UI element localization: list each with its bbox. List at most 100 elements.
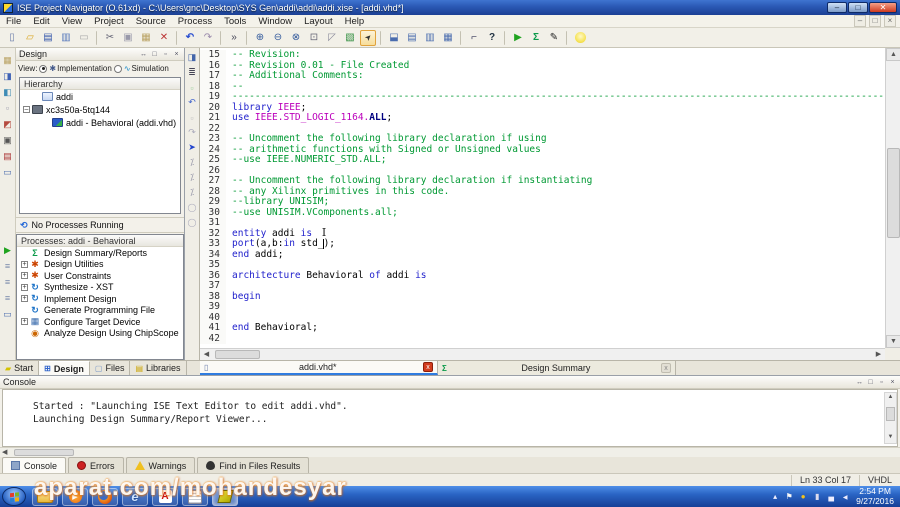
win2-icon[interactable] (2, 308, 14, 320)
pointer-icon[interactable] (360, 29, 376, 46)
editor-vertical-scrollbar[interactable]: ▲ ▼ (885, 48, 900, 348)
taskbar-app-icon[interactable] (92, 487, 118, 506)
design-summary-icon[interactable] (528, 30, 544, 46)
console-horizontal-scrollbar[interactable]: ◀ (0, 447, 900, 457)
copy-icon[interactable] (120, 30, 136, 46)
panel-tab[interactable]: Files (89, 361, 131, 375)
run-icon[interactable] (510, 30, 526, 46)
win-icon[interactable] (2, 166, 14, 178)
taskbar-app-icon[interactable] (152, 487, 178, 506)
zoom-full-icon[interactable] (288, 30, 304, 46)
lightbulb-icon[interactable] (575, 32, 586, 43)
horizontal-scroll-thumb[interactable] (215, 350, 260, 359)
pct2-icon[interactable] (186, 172, 198, 184)
sq2-icon[interactable] (186, 112, 198, 124)
process-expander-icon[interactable] (21, 272, 28, 280)
expand-icon[interactable] (770, 492, 780, 501)
code-line[interactable]: 30 --use UNISIM.VComponents.all; (200, 207, 885, 218)
sep-icon[interactable] (460, 30, 462, 45)
sep-icon[interactable] (220, 30, 222, 45)
taskbar-app-icon[interactable] (122, 487, 148, 506)
sep-icon[interactable] (504, 30, 506, 45)
paste2-icon[interactable] (2, 54, 14, 66)
menu-item[interactable]: File (0, 16, 27, 27)
cut-icon[interactable] (102, 30, 118, 46)
print-icon[interactable] (76, 30, 92, 46)
process-expander-icon[interactable] (21, 295, 28, 303)
minimize-button[interactable]: – (827, 2, 847, 13)
panel-float-button[interactable]: ▫ (161, 50, 170, 59)
hierarchy-tree-row[interactable]: addi - Behavioral (addi.vhd) (20, 116, 180, 129)
code-line[interactable]: 25 --use IEEE.NUMERIC_STD.ALL; (200, 154, 885, 166)
menu-item[interactable]: Tools (218, 16, 252, 27)
delete-icon[interactable] (156, 30, 172, 46)
close-button[interactable]: ✕ (869, 2, 897, 13)
report2-icon[interactable] (2, 150, 14, 162)
sep-icon[interactable] (566, 30, 568, 45)
menu-item[interactable]: Project (88, 16, 130, 27)
console-hscroll-thumb[interactable] (14, 449, 74, 456)
vertical-scroll-thumb[interactable] (887, 148, 900, 238)
view-report-icon[interactable] (342, 30, 358, 46)
simulation-radio[interactable] (113, 64, 122, 73)
mdi-minimize-button[interactable]: – (854, 15, 866, 27)
redo-icon[interactable] (186, 127, 198, 139)
open-project-icon[interactable] (22, 30, 38, 46)
zoom-in-icon[interactable] (252, 30, 268, 46)
maximize-button[interactable]: □ (848, 2, 868, 13)
code-line[interactable]: 17 -- Additional Comments: (200, 70, 885, 82)
console-tab[interactable]: Find in Files Results (197, 457, 310, 473)
process-row[interactable]: Generate Programming File (17, 305, 183, 317)
net-icon[interactable] (826, 492, 836, 501)
redo-icon[interactable] (200, 30, 216, 46)
proc2-icon[interactable] (2, 276, 14, 288)
help-icon[interactable] (484, 30, 500, 46)
tree-expander-icon[interactable] (23, 106, 30, 113)
lib-add-icon[interactable] (2, 70, 14, 82)
process-row[interactable]: Design Summary/Reports (17, 247, 183, 259)
sep-icon[interactable] (246, 30, 248, 45)
code-area[interactable]: 15 -- Revision: 16 -- Revision 0.01 - Fi… (200, 48, 885, 348)
sep-icon[interactable] (96, 30, 98, 45)
pct3-icon[interactable] (186, 187, 198, 199)
undo-icon[interactable] (186, 97, 198, 109)
console-scroll-up[interactable]: ▲ (885, 393, 896, 403)
process-expander-icon[interactable] (21, 318, 28, 326)
process-expander-icon[interactable] (21, 283, 28, 291)
code-line[interactable]: 42 (200, 333, 885, 344)
code-line[interactable]: 21 use IEEE.STD_LOGIC_1164.ALL; (200, 112, 885, 124)
console-dock-button[interactable]: ↔ (855, 378, 864, 387)
taskbar-app-icon[interactable] (62, 487, 88, 506)
hierarchy-tree-row[interactable]: xc3s50a-5tq144 (20, 103, 180, 116)
usb-icon[interactable] (812, 492, 822, 501)
code-line[interactable]: 41 end Behavioral; (200, 322, 885, 334)
code-line[interactable]: 33 port(a,b:in std_); (200, 238, 885, 250)
panel-tab[interactable]: Libraries (130, 361, 187, 375)
nav-icon[interactable] (186, 142, 198, 154)
process-row[interactable]: User Constraints (17, 270, 183, 282)
archive-icon[interactable] (2, 134, 14, 146)
menu-item[interactable]: Edit (27, 16, 55, 27)
implementation-label[interactable]: Implementation (57, 64, 112, 73)
zoom-prev-icon[interactable] (324, 30, 340, 46)
code-line[interactable]: 38 begin (200, 291, 885, 302)
code-line[interactable]: 36 architecture Behavioral of addi is (200, 270, 885, 281)
console-close-button[interactable]: × (888, 378, 897, 387)
taskbar-app-icon[interactable] (32, 487, 58, 506)
save-all-icon[interactable] (58, 30, 74, 46)
text-editor-icon[interactable] (546, 30, 562, 46)
tab-close-icon[interactable]: x (423, 362, 433, 372)
menu-item[interactable]: Layout (298, 16, 339, 27)
mdi-close-button[interactable]: × (884, 15, 896, 27)
console-output[interactable]: Started : "Launching ISE Text Editor to … (2, 389, 898, 447)
code-line[interactable]: 34 end addi; (200, 249, 885, 260)
zoom-out-icon[interactable] (270, 30, 286, 46)
menu-item[interactable]: Window (252, 16, 298, 27)
c1-icon[interactable] (186, 202, 198, 214)
editor-horizontal-scrollbar[interactable]: ◀ ▶ (200, 348, 885, 360)
save-icon[interactable] (40, 30, 56, 46)
scroll-up-arrow[interactable]: ▲ (886, 48, 900, 61)
wrench-icon[interactable] (466, 30, 482, 46)
code-line[interactable]: 37 (200, 280, 885, 292)
panel-tab[interactable]: Design (39, 361, 90, 375)
